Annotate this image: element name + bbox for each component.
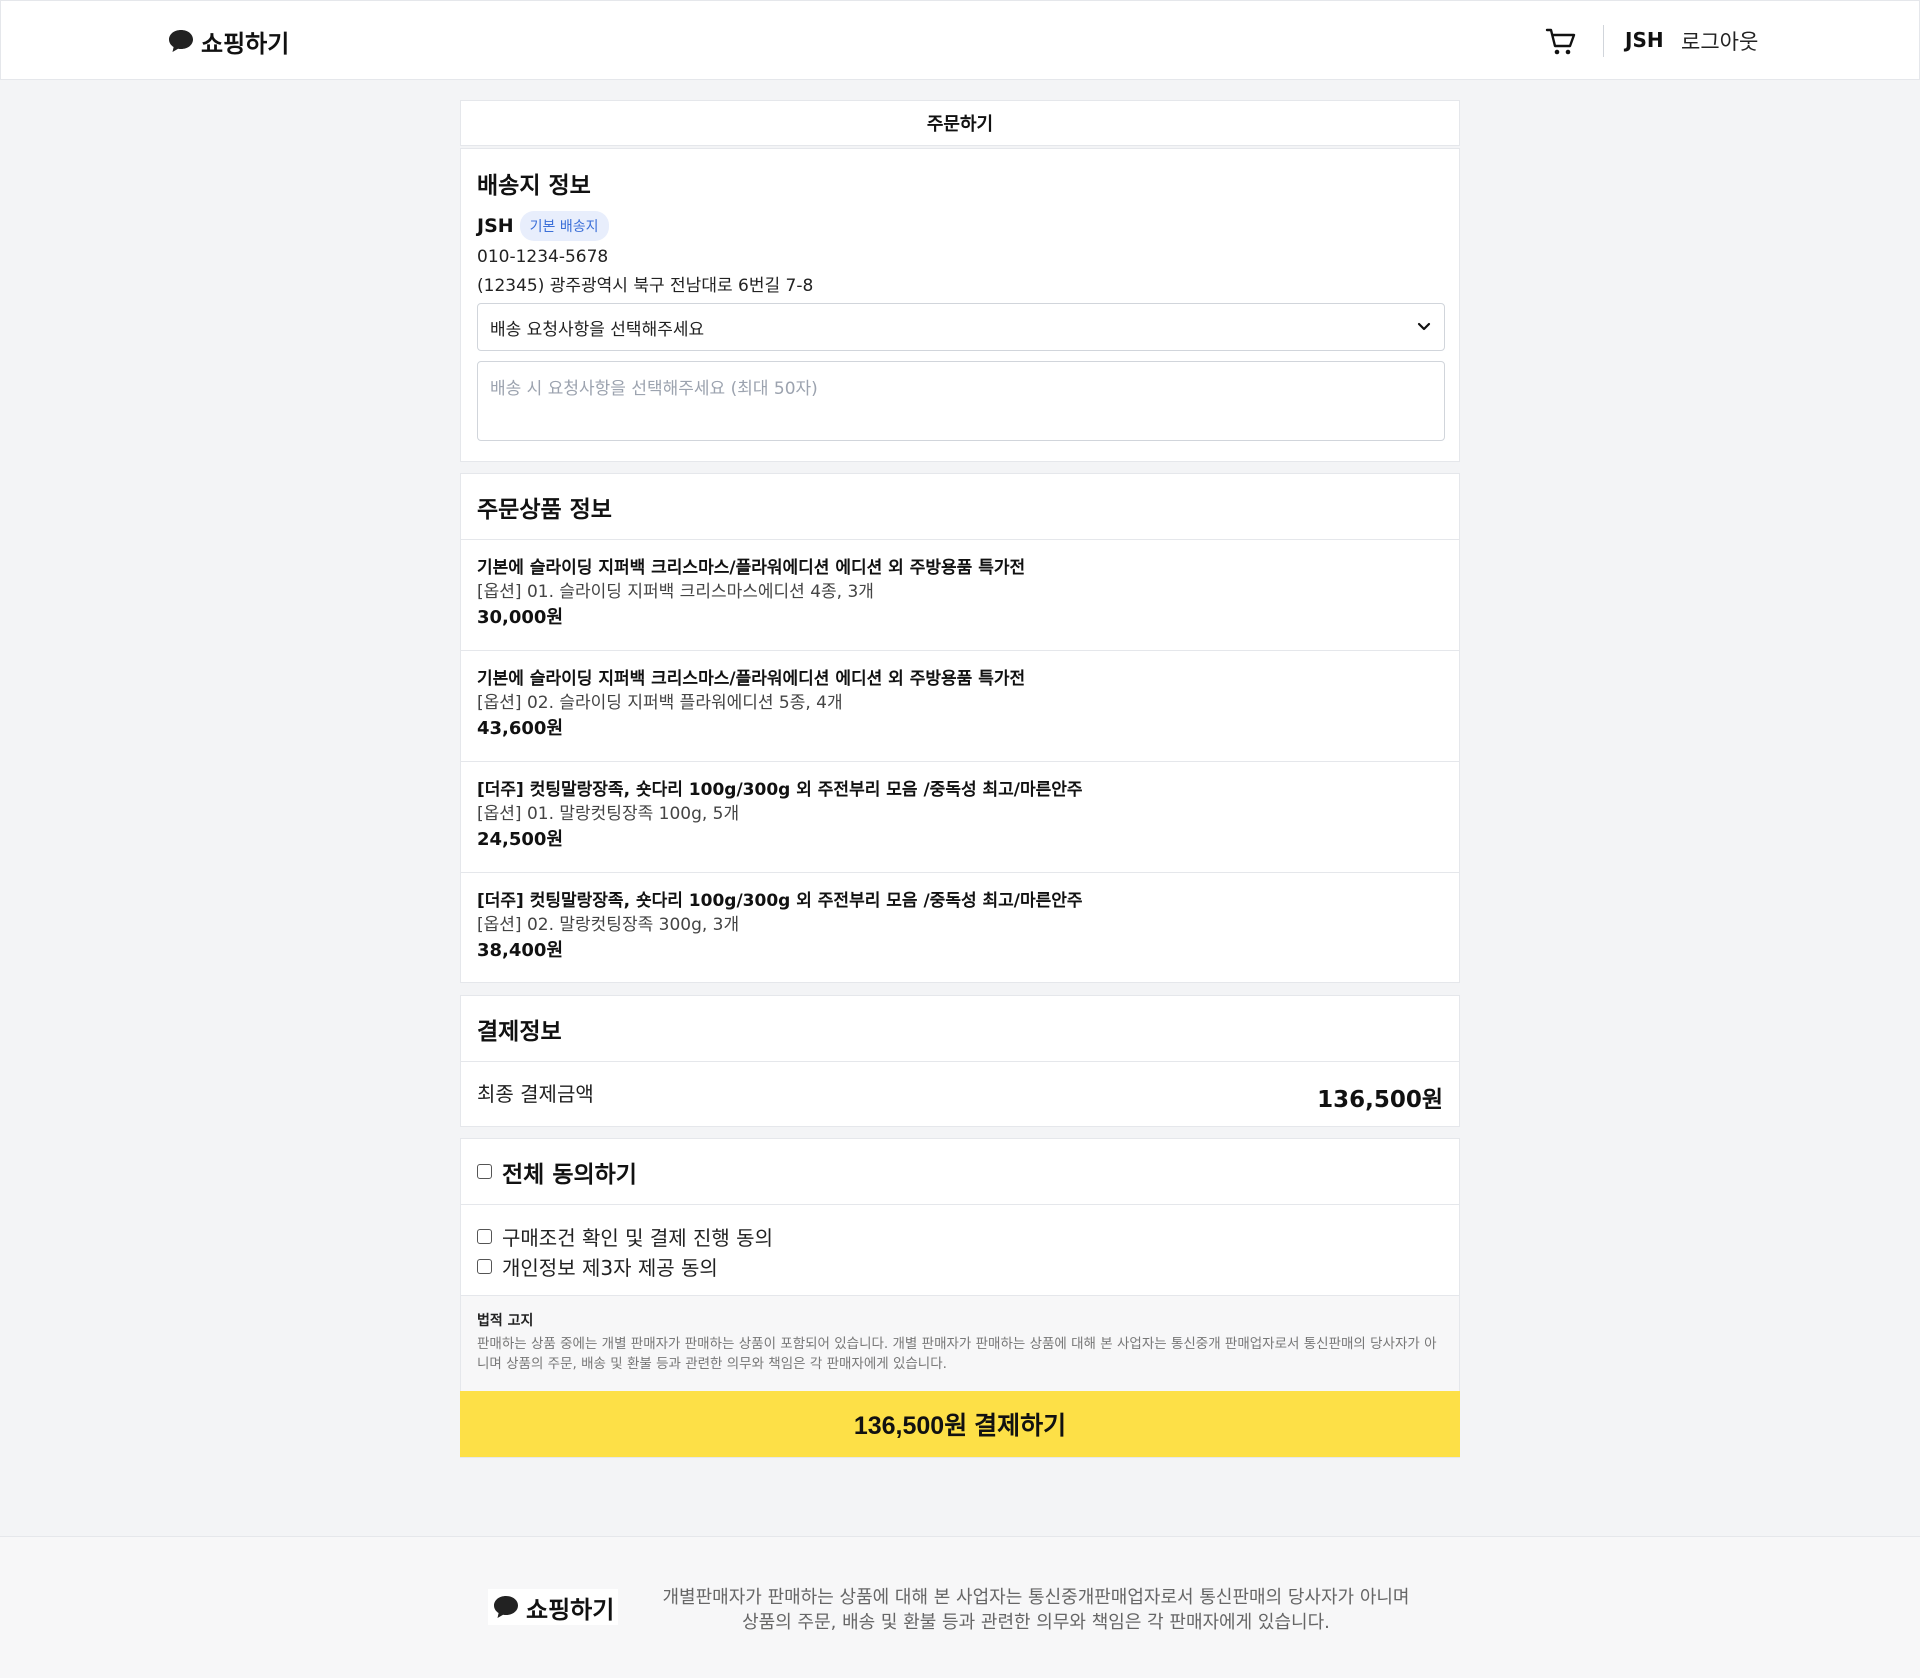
product-item: 기본에 슬라이딩 지퍼백 크리스마스/플라워에디션 에디션 외 주방용품 특가전…: [461, 540, 1459, 651]
shipping-title: 배송지 정보: [477, 173, 591, 199]
product-option: [옵션] 01. 말랑컷팅장족 100g, 5개: [477, 804, 740, 824]
delivery-request-select[interactable]: 배송 요청사항을 선택해주세요: [477, 303, 1445, 351]
payment-title: 결제정보: [477, 1018, 562, 1045]
agree-privacy-row[interactable]: 개인정보 제3자 제공 동의: [477, 1251, 1443, 1281]
footer-line-2: 상품의 주문, 배송 및 환불 등과 관련한 의무와 책임은 각 판매자에게 있…: [742, 1612, 1330, 1633]
cart-button[interactable]: [1543, 25, 1579, 59]
agree-privacy-label[interactable]: 개인정보 제3자 제공 동의: [502, 1252, 718, 1281]
product-name: [더주] 컷팅말랑장족, 숏다리 100g/300g 외 주전부리 모음 /중독…: [477, 780, 1083, 800]
pay-button[interactable]: 136,500원 결제하기: [460, 1391, 1460, 1457]
agree-privacy-checkbox[interactable]: [477, 1258, 492, 1274]
product-item: 기본에 슬라이딩 지퍼백 크리스마스/플라워에디션 에디션 외 주방용품 특가전…: [461, 651, 1459, 762]
footer-notice: 개별판매자가 판매하는 상품에 대해 본 사업자는 통신중개판매업자로서 통신판…: [636, 1585, 1436, 1635]
top-header: 쇼핑하기 JSH 로그아웃: [0, 0, 1920, 80]
agree-purchase-label[interactable]: 구매조건 확인 및 결제 진행 동의: [502, 1222, 773, 1251]
legal-text: 판매하는 상품 중에는 개별 판매자가 판매하는 상품이 포함되어 있습니다. …: [477, 1336, 1437, 1372]
chat-bubble-icon: [169, 30, 193, 52]
order-products-section: 주문상품 정보 기본에 슬라이딩 지퍼백 크리스마스/플라워에디션 에디션 외 …: [460, 473, 1460, 983]
product-price: 24,500원: [477, 829, 564, 850]
cart-icon: [1545, 28, 1576, 55]
product-item: [더주] 컷팅말랑장족, 숏다리 100g/300g 외 주전부리 모음 /중독…: [461, 873, 1459, 984]
delivery-request-selected: 배송 요청사항을 선택해주세요: [490, 319, 705, 340]
footer-line-1: 개별판매자가 판매하는 상품에 대해 본 사업자는 통신중개판매업자로서 통신판…: [662, 1587, 1410, 1608]
product-name: [더주] 컷팅말랑장족, 숏다리 100g/300g 외 주전부리 모음 /중독…: [477, 891, 1083, 911]
legal-notice: 법적 고지 판매하는 상품 중에는 개별 판매자가 판매하는 상품이 포함되어 …: [461, 1295, 1459, 1391]
agree-purchase-row[interactable]: 구매조건 확인 및 결제 진행 동의: [477, 1221, 1443, 1251]
product-option: [옵션] 02. 슬라이딩 지퍼백 플라워에디션 5종, 4개: [477, 693, 843, 713]
agree-purchase-checkbox[interactable]: [477, 1228, 492, 1244]
agree-all-row[interactable]: 전체 동의하기: [461, 1139, 1459, 1205]
product-price: 38,400원: [477, 940, 564, 961]
product-option: [옵션] 02. 말랑컷팅장족 300g, 3개: [477, 915, 740, 935]
delivery-request-textarea[interactable]: 배송 시 요청사항을 선택해주세요 (최대 50자): [477, 361, 1445, 441]
product-item: [더주] 컷팅말랑장족, 숏다리 100g/300g 외 주전부리 모음 /중독…: [461, 762, 1459, 873]
footer-logo[interactable]: 쇼핑하기: [488, 1589, 619, 1625]
total-amount: 136,500원: [1317, 1087, 1443, 1113]
page-title: 주문하기: [460, 100, 1460, 146]
recipient-address: (12345) 광주광역시 북구 전남대로 6번길 7-8: [477, 276, 814, 296]
chat-bubble-icon: [494, 1596, 518, 1618]
recipient-row: JSH 기본 배송지: [477, 211, 609, 241]
product-option: [옵션] 01. 슬라이딩 지퍼백 크리스마스에디션 4종, 3개: [477, 582, 874, 602]
product-price: 30,000원: [477, 607, 564, 628]
shipping-section: 배송지 정보 JSH 기본 배송지 010-1234-5678 (12345) …: [460, 148, 1460, 462]
footer-logo-text: 쇼핑하기: [526, 1595, 615, 1624]
logo[interactable]: 쇼핑하기: [167, 23, 289, 59]
recipient-name: JSH: [477, 215, 514, 237]
recipient-phone: 010-1234-5678: [477, 247, 609, 267]
default-address-badge: 기본 배송지: [519, 211, 609, 241]
logo-text: 쇼핑하기: [201, 29, 290, 58]
product-price: 43,600원: [477, 718, 564, 739]
legal-title: 법적 고지: [477, 1313, 534, 1329]
agreement-items: 구매조건 확인 및 결제 진행 동의 개인정보 제3자 제공 동의: [461, 1205, 1459, 1295]
product-name: 기본에 슬라이딩 지퍼백 크리스마스/플라워에디션 에디션 외 주방용품 특가전: [477, 669, 1026, 689]
products-title: 주문상품 정보: [477, 496, 612, 523]
agree-all-label[interactable]: 전체 동의하기: [502, 1155, 637, 1189]
products-header: 주문상품 정보: [461, 474, 1459, 540]
payment-header: 결제정보: [461, 996, 1459, 1062]
payment-section: 결제정보 최종 결제금액 136,500원: [460, 995, 1460, 1127]
payment-total-row: 최종 결제금액 136,500원: [461, 1062, 1459, 1126]
chevron-down-icon: [1417, 322, 1431, 331]
product-name: 기본에 슬라이딩 지퍼백 크리스마스/플라워에디션 에디션 외 주방용품 특가전: [477, 558, 1026, 578]
logout-button[interactable]: 로그아웃: [1681, 26, 1758, 56]
footer: 쇼핑하기 개별판매자가 판매하는 상품에 대해 본 사업자는 통신중개판매업자로…: [0, 1536, 1920, 1678]
user-name[interactable]: JSH: [1625, 28, 1664, 52]
agree-all-checkbox[interactable]: [477, 1164, 492, 1179]
header-divider: [1603, 25, 1604, 57]
total-label: 최종 결제금액: [477, 1082, 594, 1106]
